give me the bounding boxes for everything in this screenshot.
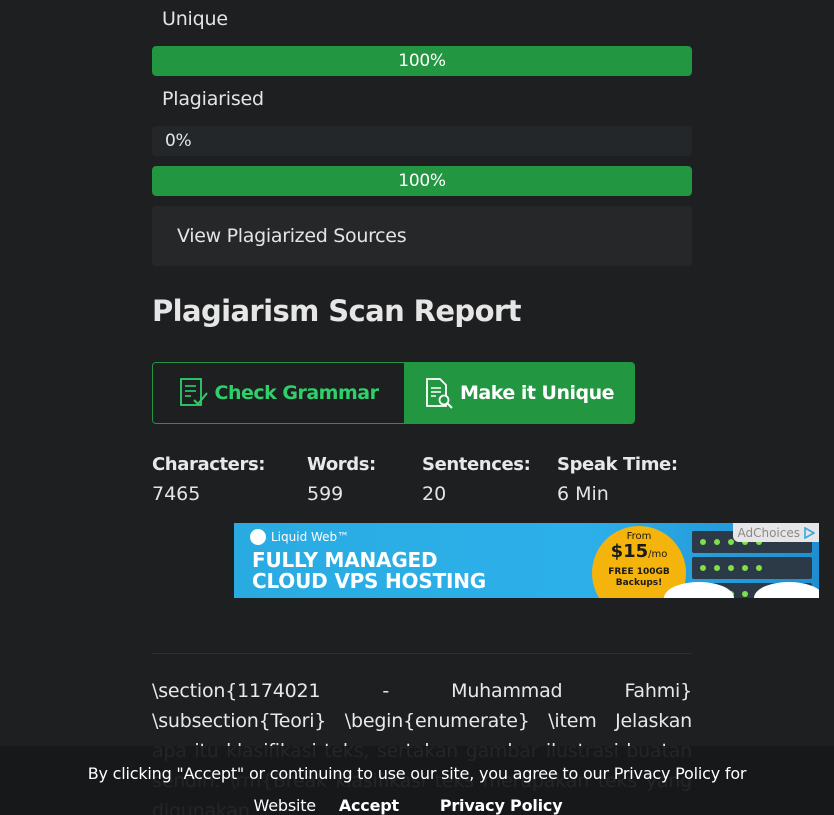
sentences-label: Sentences:	[422, 454, 531, 475]
document-search-icon	[426, 378, 453, 409]
characters-stat: Characters: 7465	[152, 454, 265, 505]
unique-label: Unique	[162, 8, 228, 30]
plagiarised-progress-bar: 0%	[152, 126, 692, 156]
section-divider	[152, 653, 692, 654]
sentences-value: 20	[422, 483, 447, 505]
action-buttons: Check Grammar Make it Unique	[152, 362, 635, 424]
cookie-privacy-policy-link[interactable]: Privacy Policy	[440, 796, 563, 815]
cookie-website-link[interactable]: Website	[254, 796, 317, 815]
liquid-web-logo-icon	[250, 529, 266, 545]
speak-time-value: 6 Min	[557, 483, 609, 505]
cookie-message-text: By clicking "Accept" or continuing to us…	[87, 764, 747, 783]
view-plagiarized-sources-button[interactable]: View Plagiarized Sources	[152, 206, 692, 266]
make-it-unique-button[interactable]: Make it Unique	[404, 363, 634, 423]
adchoices-icon	[804, 526, 815, 539]
unique-progress-value: 100%	[398, 51, 446, 71]
check-grammar-label: Check Grammar	[214, 382, 379, 404]
cookie-accept-button[interactable]: Accept	[339, 796, 399, 815]
characters-value: 7465	[152, 483, 201, 505]
ad-headline: FULLY MANAGED CLOUD VPS HOSTING	[252, 550, 592, 592]
adchoices-label: AdChoices	[737, 525, 800, 540]
ad-offer-line1: FREE 100GB	[608, 567, 670, 577]
unique-progress-bar: 100%	[152, 46, 692, 76]
grammar-check-icon	[179, 378, 208, 406]
text-statistics: Characters: 7465 Words: 599 Sentences: 2…	[152, 454, 712, 514]
page-title: Plagiarism Scan Report	[152, 294, 521, 328]
ad-offer: FREE 100GB Backups!	[592, 567, 686, 589]
ad-brand: Liquid Web™	[250, 529, 349, 545]
total-progress-value: 100%	[398, 171, 446, 191]
ad-headline-line2: CLOUD VPS HOSTING	[252, 569, 487, 593]
words-stat: Words: 599	[307, 454, 376, 505]
characters-label: Characters:	[152, 454, 266, 475]
speak-time-stat: Speak Time: 6 Min	[557, 454, 678, 505]
words-label: Words:	[307, 454, 376, 475]
plagiarised-label: Plagiarised	[162, 88, 264, 110]
ad-price-period: /mo	[648, 549, 668, 560]
cookie-message: By clicking "Accept" or continuing to us…	[0, 746, 834, 815]
speak-time-label: Speak Time:	[557, 454, 678, 475]
make-it-unique-label: Make it Unique	[459, 382, 615, 404]
total-progress-bar: 100%	[152, 166, 692, 196]
ad-price-value: $15	[610, 541, 649, 562]
sentences-stat: Sentences: 20	[422, 454, 531, 505]
cookie-actions: Accept Privacy Policy	[321, 796, 581, 815]
ad-brand-name: Liquid Web™	[271, 530, 350, 544]
ad-headline-line1: FULLY MANAGED	[252, 548, 438, 572]
plagiarised-progress-value: 0%	[165, 131, 192, 151]
ad-price: $15/mo	[592, 542, 686, 564]
words-value: 599	[307, 483, 344, 505]
cookie-consent-banner: By clicking "Accept" or continuing to us…	[0, 746, 834, 815]
advertisement-banner[interactable]: Liquid Web™ FULLY MANAGED CLOUD VPS HOST…	[234, 523, 819, 598]
adchoices-button[interactable]: AdChoices	[733, 523, 819, 542]
check-grammar-button[interactable]: Check Grammar	[153, 363, 404, 423]
